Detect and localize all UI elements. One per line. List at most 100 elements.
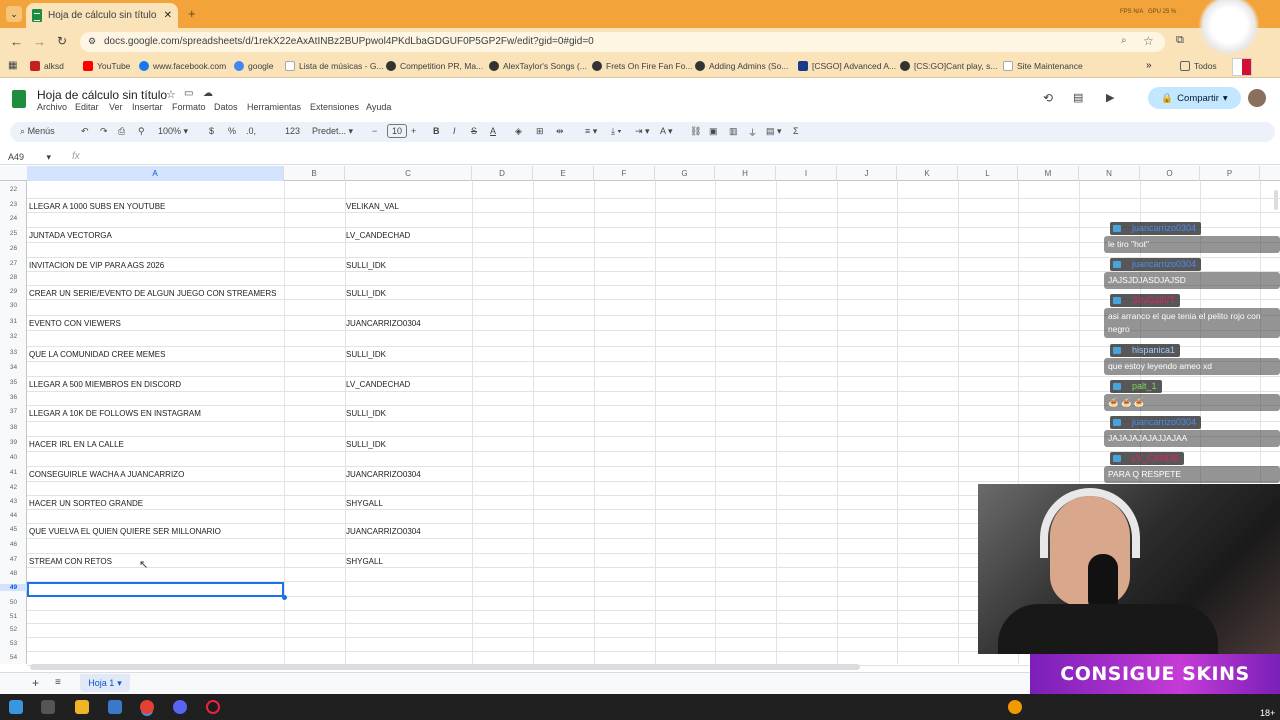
cell-goal[interactable]: LLEGAR A 500 MIEMBROS EN DISCORD (29, 380, 181, 389)
url-text[interactable]: docs.google.com/spreadsheets/d/1rekX22eA… (104, 36, 594, 47)
row-number[interactable]: 44 (0, 512, 27, 519)
site-info-icon[interactable]: ⚙ (88, 36, 96, 47)
row-number[interactable]: 34 (0, 364, 27, 371)
menu-formato[interactable]: Formato (172, 102, 206, 112)
row-number[interactable]: 23 (0, 201, 27, 208)
column-header[interactable]: P (1200, 166, 1260, 181)
font-size-decrease[interactable]: − (372, 126, 377, 136)
font-size-increase[interactable]: + (411, 126, 416, 136)
borders-icon[interactable]: ⊞ (536, 126, 544, 137)
bookmark-item[interactable]: [CSGO] Advanced A... (798, 61, 896, 71)
undo-icon[interactable]: ↶ (81, 126, 89, 137)
row-number[interactable]: 31 (0, 318, 27, 325)
cell-goal[interactable]: QUE LA COMUNIDAD CREE MEMES (29, 350, 165, 359)
row-number[interactable]: 38 (0, 424, 27, 431)
menu-insertar[interactable]: Insertar (132, 102, 163, 112)
row-number[interactable]: 32 (0, 333, 27, 340)
tray-app-icon[interactable] (1008, 700, 1022, 714)
menu-datos[interactable]: Datos (214, 102, 238, 112)
sheets-logo-icon[interactable] (12, 90, 26, 108)
text-wrap-icon[interactable]: ⇥ ▾ (635, 126, 650, 137)
row-number[interactable]: 43 (0, 498, 27, 505)
row-number[interactable]: 24 (0, 215, 27, 222)
font-select[interactable]: Predet... ▾ (312, 126, 353, 137)
zoom-icon[interactable]: ⌕ (1121, 35, 1127, 46)
bookmark-item[interactable]: Frets On Fire Fan Fo... (592, 61, 692, 71)
forward-icon[interactable]: → (33, 34, 46, 49)
filter-icon[interactable]: ⏚ (748, 126, 757, 139)
bookmark-item[interactable]: Lista de músicas - G... (285, 61, 384, 71)
selected-cell[interactable] (27, 582, 284, 597)
row-number[interactable]: 29 (0, 288, 27, 295)
more-bookmarks-icon[interactable]: » (1146, 60, 1152, 71)
cell-goal[interactable]: STREAM CON RETOS (29, 557, 112, 566)
bookmark-star-icon[interactable]: ☆ (1143, 34, 1154, 48)
cell-goal[interactable]: INVITACION DE VIP PARA AGS 2026 (29, 261, 164, 270)
row-number[interactable]: 30 (0, 302, 27, 309)
bookmark-item[interactable]: Site Maintenance (1003, 61, 1083, 71)
sheet-tab-hoja1[interactable]: Hoja 1 ▾ (80, 674, 130, 692)
bookmark-item[interactable]: Competition PR, Ma... (386, 61, 483, 71)
cell-user[interactable]: SULLI_IDK (346, 289, 386, 298)
row-number[interactable]: 37 (0, 408, 27, 415)
reload-icon[interactable]: ↻ (57, 34, 67, 48)
column-header[interactable]: H (715, 166, 776, 181)
column-header[interactable]: L (958, 166, 1018, 181)
row-number[interactable]: 25 (0, 230, 27, 237)
paint-format-icon[interactable]: ⚲ (138, 126, 145, 137)
tab-search-button[interactable]: ⌄ (6, 6, 22, 22)
filter-views-icon[interactable]: ▤ ▾ (766, 126, 782, 137)
file-explorer-icon[interactable] (75, 700, 89, 714)
column-header[interactable]: A (27, 166, 284, 181)
row-number[interactable]: 41 (0, 469, 27, 476)
cell-goal[interactable]: CREAR UN SERIE/EVENTO DE ALGUN JUEGO CON… (29, 289, 276, 298)
insert-comment-icon[interactable]: ▣ (709, 126, 718, 137)
cell-goal[interactable]: HACER IRL EN LA CALLE (29, 440, 124, 449)
cell-user[interactable]: LV_CANDECHAD (346, 231, 410, 240)
add-sheet-button[interactable]: + (32, 676, 39, 690)
cell-goal[interactable]: LLEGAR A 10K DE FOLLOWS EN INSTAGRAM (29, 409, 201, 418)
row-number[interactable]: 47 (0, 556, 27, 563)
bookmark-item[interactable]: AlexTaylor's Songs (... (489, 61, 587, 71)
column-header[interactable]: J (837, 166, 897, 181)
percent-button[interactable]: % (228, 126, 236, 136)
cloud-status-icon[interactable]: ☁ (203, 88, 213, 99)
number-format-button[interactable]: 123 (285, 126, 300, 136)
column-header[interactable]: I (776, 166, 837, 181)
column-header[interactable]: O (1140, 166, 1200, 181)
move-folder-icon[interactable]: ▭ (184, 88, 193, 99)
task-view-icon[interactable] (41, 700, 55, 714)
cell-goal[interactable]: LLEGAR A 1000 SUBS EN YOUTUBE (29, 202, 165, 211)
cell-user[interactable]: SULLI_IDK (346, 350, 386, 359)
insert-chart-icon[interactable]: ▥ (729, 126, 738, 137)
decrease-decimal-button[interactable]: .0, (246, 126, 256, 136)
close-tab-icon[interactable]: ✕ (164, 10, 172, 21)
vertical-scrollbar[interactable] (1274, 190, 1278, 210)
cell-user[interactable]: SHYGALL (346, 499, 383, 508)
obs-icon[interactable] (206, 700, 220, 714)
bookmark-item[interactable]: alksd (30, 61, 64, 71)
row-number[interactable]: 27 (0, 260, 27, 267)
calculator-icon[interactable] (108, 700, 122, 714)
row-number[interactable]: 39 (0, 439, 27, 446)
row-number[interactable]: 49 (0, 584, 27, 591)
menu-extensiones[interactable]: Extensiones (310, 102, 359, 112)
menu-herramientas[interactable]: Herramientas (247, 102, 301, 112)
avatar[interactable] (1248, 89, 1266, 107)
column-header[interactable]: F (594, 166, 655, 181)
extensions-icon[interactable]: ⧉ (1176, 34, 1184, 47)
print-icon[interactable]: ⎙ (118, 126, 125, 137)
cell-user[interactable]: JUANCARRIZO0304 (346, 319, 421, 328)
bookmark-item[interactable]: google (234, 61, 274, 71)
column-header[interactable]: D (472, 166, 533, 181)
row-number[interactable]: 45 (0, 526, 27, 533)
chrome-icon[interactable] (140, 700, 154, 714)
windows-start-icon[interactable] (9, 700, 23, 714)
horizontal-scrollbar[interactable] (30, 664, 860, 670)
column-header[interactable]: B (284, 166, 345, 181)
text-color-icon[interactable]: A (490, 126, 496, 136)
vertical-align-icon[interactable]: ⤓ ▾ (611, 126, 621, 137)
bookmark-item[interactable]: YouTube (83, 61, 130, 71)
row-number[interactable]: 36 (0, 394, 27, 401)
redo-icon[interactable]: ↷ (100, 126, 108, 137)
